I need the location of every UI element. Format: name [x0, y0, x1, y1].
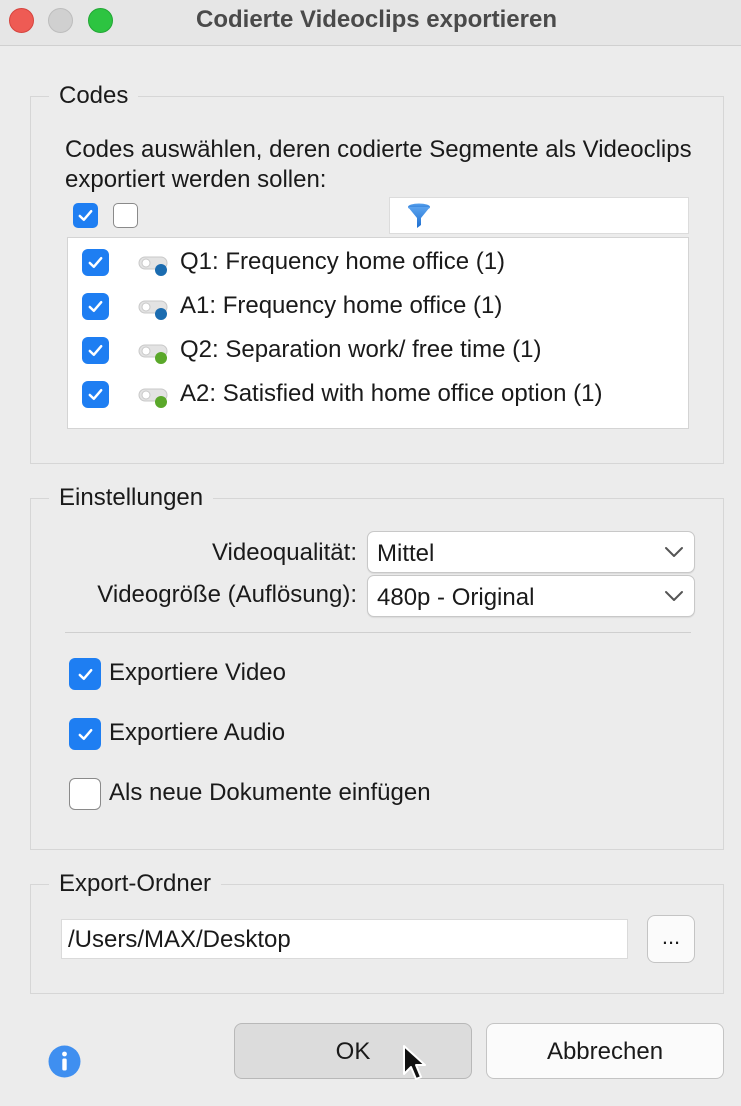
code-checkbox[interactable] — [82, 381, 109, 408]
list-item[interactable]: Q2: Separation work/ free time (1) — [68, 328, 688, 372]
export-path-value: /Users/MAX/Desktop — [68, 926, 291, 953]
export-video-checkbox[interactable] — [69, 658, 101, 690]
settings-group: Einstellungen Videoqualität: Mittel Vide… — [30, 484, 724, 850]
export-folder-group: Export-Ordner /Users/MAX/Desktop ... — [30, 870, 724, 994]
list-item[interactable]: Q1: Frequency home office (1) — [68, 240, 688, 284]
code-label: A2: Satisfied with home office option (1… — [180, 380, 603, 407]
chevron-down-icon — [665, 591, 683, 601]
code-checkbox[interactable] — [82, 337, 109, 364]
checkmark-icon — [78, 728, 92, 740]
insert-as-documents-label[interactable]: Als neue Dokumente einfügen — [109, 779, 431, 807]
list-item[interactable]: A2: Satisfied with home office option (1… — [68, 372, 688, 416]
select-all-checkbox[interactable] — [73, 203, 98, 228]
code-toggle-blue-icon — [138, 300, 168, 320]
checkmark-icon — [88, 300, 103, 313]
code-label: Q1: Frequency home office (1) — [180, 248, 506, 275]
code-toggle-green-icon — [138, 388, 168, 408]
insert-as-documents-checkbox[interactable] — [69, 778, 101, 810]
settings-legend: Einstellungen — [49, 484, 214, 512]
video-quality-select[interactable]: Mittel — [367, 531, 695, 573]
filter-icon — [408, 203, 430, 228]
checkmark-icon — [88, 388, 103, 401]
export-video-label[interactable]: Exportiere Video — [109, 659, 286, 687]
mouse-cursor-icon — [403, 1045, 426, 1080]
window-title: Codierte Videoclips exportieren — [196, 6, 557, 33]
code-toggle-blue-icon — [138, 256, 168, 276]
checkmark-icon — [78, 668, 92, 680]
list-item[interactable]: A1: Frequency home office (1) — [68, 284, 688, 328]
checkmark-icon — [88, 344, 103, 357]
codes-group: Codes Codes auswählen, deren codierte Se… — [30, 82, 724, 464]
title-bar: Codierte Videoclips exportieren — [0, 0, 741, 46]
code-label: A1: Frequency home office (1) — [180, 292, 503, 319]
code-checkbox[interactable] — [82, 249, 109, 276]
export-audio-label[interactable]: Exportiere Audio — [109, 719, 285, 747]
code-toggle-green-icon — [138, 344, 168, 364]
video-size-value: 480p - Original — [377, 584, 535, 611]
chevron-down-icon — [665, 547, 683, 557]
code-label: Q2: Separation work/ free time (1) — [180, 336, 542, 363]
checkmark-icon — [88, 256, 103, 269]
export-path-field[interactable]: /Users/MAX/Desktop — [61, 919, 628, 959]
video-size-select[interactable]: 480p - Original — [367, 575, 695, 617]
info-icon[interactable] — [48, 1045, 81, 1078]
code-checkbox[interactable] — [82, 293, 109, 320]
cancel-button[interactable]: Abbrechen — [486, 1023, 724, 1079]
codes-description: Codes auswählen, deren codierte Segmente… — [65, 136, 692, 193]
codes-legend: Codes — [49, 82, 139, 110]
deselect-all-checkbox[interactable] — [113, 203, 138, 228]
codes-list: Q1: Frequency home office (1) A1: Freque… — [67, 237, 689, 429]
video-size-label: Videogröße (Auflösung): — [97, 581, 357, 608]
divider — [65, 632, 691, 633]
checkmark-icon — [78, 209, 93, 222]
export-folder-legend: Export-Ordner — [49, 870, 222, 898]
ok-button[interactable]: OK — [234, 1023, 472, 1079]
browse-folder-button[interactable]: ... — [647, 915, 695, 963]
video-quality-value: Mittel — [377, 540, 435, 567]
code-filter-input[interactable] — [389, 197, 689, 234]
video-quality-label: Videoqualität: — [211, 539, 357, 566]
export-audio-checkbox[interactable] — [69, 718, 101, 750]
